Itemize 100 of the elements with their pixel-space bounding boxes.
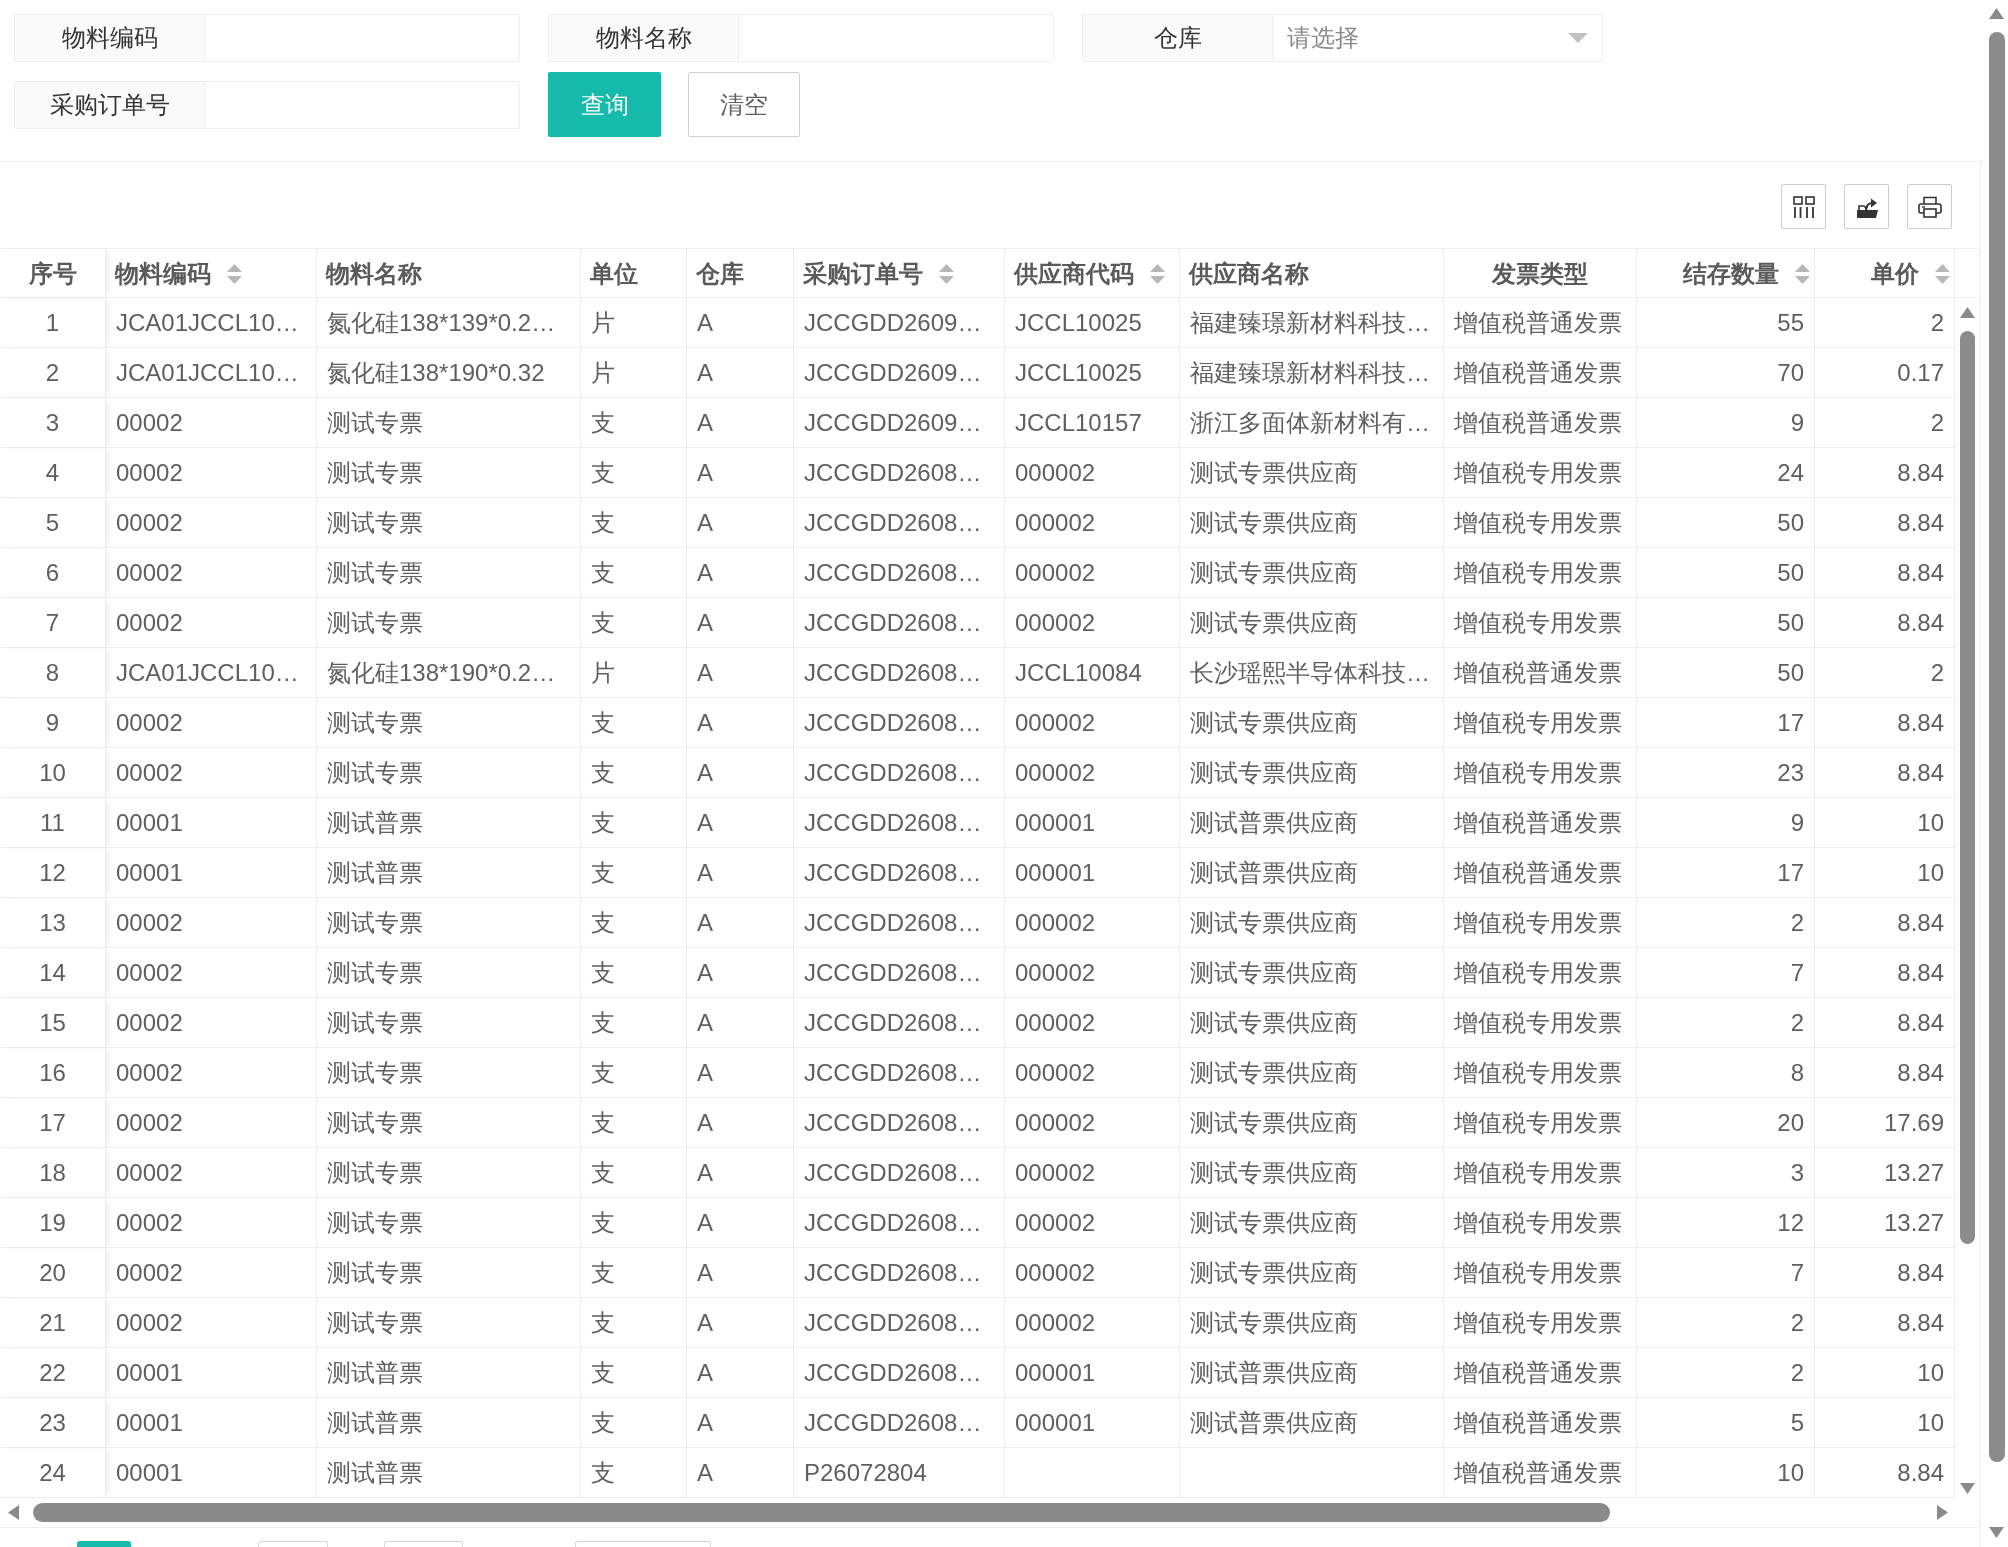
table-cell: 支 xyxy=(581,548,687,598)
table-cell: 增值税专用发票 xyxy=(1444,448,1637,498)
table-cell: 增值税普通发票 xyxy=(1444,1448,1637,1498)
table-cell: 测试普票 xyxy=(317,1398,581,1448)
table-cell: 测试专票 xyxy=(317,598,581,648)
table-cell: 8.84 xyxy=(1815,698,1955,748)
table-cell: 8.84 xyxy=(1815,948,1955,998)
table-cell: 测试普票供应商 xyxy=(1180,1348,1444,1398)
table-cell: 测试专票 xyxy=(317,1048,581,1098)
scrollbar-thumb[interactable] xyxy=(33,1503,1610,1522)
table-cell: A xyxy=(687,1448,794,1498)
table-cell: 7 xyxy=(1637,1248,1815,1298)
print-button[interactable] xyxy=(1907,184,1952,229)
table-cell: 2 xyxy=(1815,648,1955,698)
column-header[interactable]: 采购订单号 xyxy=(803,255,954,292)
table-cell: 6 xyxy=(0,548,106,598)
table-cell: 16 xyxy=(0,1048,106,1098)
column-header[interactable]: 结存数量 xyxy=(1683,255,1810,292)
table-cell: 测试专票供应商 xyxy=(1180,598,1444,648)
column-header[interactable]: 供应商代码 xyxy=(1014,255,1165,292)
table-cell: 2 xyxy=(1815,398,1955,448)
table-cell: 9 xyxy=(1637,398,1815,448)
table-cell: A xyxy=(687,948,794,998)
table-cell: A xyxy=(687,1348,794,1398)
table-cell: A xyxy=(687,1198,794,1248)
table-cell: 50 xyxy=(1637,648,1815,698)
page-button[interactable] xyxy=(77,1541,131,1547)
table-cell: 测试专票 xyxy=(317,748,581,798)
down-arrow-icon[interactable] xyxy=(1960,1483,1975,1494)
table-cell: 长沙瑶熙半导体科技… xyxy=(1180,648,1444,698)
scrollbar-thumb[interactable] xyxy=(1960,331,1975,1244)
table-cell: 00002 xyxy=(106,1248,317,1298)
table-cell: 测试专票 xyxy=(317,1298,581,1348)
table-cell: 17.69 xyxy=(1815,1098,1955,1148)
page-button[interactable] xyxy=(258,1541,328,1547)
table-cell: A xyxy=(687,598,794,648)
table-cell: 5 xyxy=(0,498,106,548)
table-cell: 8.84 xyxy=(1815,1448,1955,1498)
sort-icon[interactable] xyxy=(227,263,242,284)
columns-button[interactable] xyxy=(1781,184,1826,229)
page-button[interactable] xyxy=(384,1541,463,1547)
sort-icon[interactable] xyxy=(939,263,954,284)
table-cell: 000002 xyxy=(1005,748,1180,798)
right-arrow-icon[interactable] xyxy=(1937,1505,1948,1520)
table-cell: JCCGDD2608… xyxy=(794,998,1005,1048)
table-cell: 测试专票供应商 xyxy=(1180,748,1444,798)
table-cell: 片 xyxy=(581,298,687,348)
table-cell: 增值税普通发票 xyxy=(1444,848,1637,898)
table-cell: 支 xyxy=(581,798,687,848)
caret-down-icon[interactable] xyxy=(1568,33,1588,43)
sort-icon[interactable] xyxy=(1150,263,1165,284)
table-cell: 12 xyxy=(0,848,106,898)
column-header: 供应商名称 xyxy=(1189,258,1309,289)
page-button[interactable] xyxy=(575,1541,711,1547)
sort-icon[interactable] xyxy=(1795,263,1810,284)
table-cell: 支 xyxy=(581,1098,687,1148)
table-cell: 测试专票 xyxy=(317,548,581,598)
table-cell: 000002 xyxy=(1005,1048,1180,1098)
table-cell: 支 xyxy=(581,948,687,998)
table-cell: 000002 xyxy=(1005,498,1180,548)
table-cell: 000002 xyxy=(1005,898,1180,948)
table-cell: 10 xyxy=(1815,1398,1955,1448)
column-header[interactable]: 物料编码 xyxy=(115,255,242,292)
table-cell: JCCGDD2608… xyxy=(794,1248,1005,1298)
table-cell: 测试专票供应商 xyxy=(1180,548,1444,598)
table-cell: 氮化硅138*139*0.2… xyxy=(317,298,581,348)
table-cell: 22 xyxy=(0,1348,106,1398)
table-cell: 00002 xyxy=(106,1098,317,1148)
down-arrow-icon[interactable] xyxy=(1989,1527,2004,1538)
table-cell: 000002 xyxy=(1005,998,1180,1048)
table-cell: 000002 xyxy=(1005,1298,1180,1348)
sort-icon[interactable] xyxy=(1935,263,1950,284)
table-cell: 12 xyxy=(1637,1198,1815,1248)
reset-button[interactable]: 清空 xyxy=(688,72,800,137)
table-cell: 00002 xyxy=(106,1298,317,1348)
table-cell: JCCGDD2609… xyxy=(794,348,1005,398)
column-header[interactable]: 单价 xyxy=(1871,255,1950,292)
table-cell: 000001 xyxy=(1005,848,1180,898)
table-cell: 00002 xyxy=(106,448,317,498)
table-cell: 增值税专用发票 xyxy=(1444,1248,1637,1298)
table-cell: 8.84 xyxy=(1815,1048,1955,1098)
table-cell: 测试专票供应商 xyxy=(1180,1298,1444,1348)
export-button[interactable] xyxy=(1844,184,1889,229)
up-arrow-icon[interactable] xyxy=(1989,8,2004,19)
up-arrow-icon[interactable] xyxy=(1960,307,1975,318)
table-cell: 增值税专用发票 xyxy=(1444,1298,1637,1348)
left-arrow-icon[interactable] xyxy=(8,1505,19,1520)
table-cell: 支 xyxy=(581,848,687,898)
table-cell: 浙江多面体新材料有… xyxy=(1180,398,1444,448)
table-cell: JCCGDD2608… xyxy=(794,1098,1005,1148)
table-cell: 2 xyxy=(1637,998,1815,1048)
table-cell: 1 xyxy=(0,298,106,348)
scrollbar-thumb[interactable] xyxy=(1988,32,2005,1462)
table-cell: JCA01JCCL10… xyxy=(106,348,317,398)
select-field[interactable]: 请选择 xyxy=(1273,14,1603,62)
table-cell: JCCL10084 xyxy=(1005,648,1180,698)
table-cell: 000001 xyxy=(1005,1348,1180,1398)
table-cell: 2 xyxy=(1815,298,1955,348)
table-cell: A xyxy=(687,698,794,748)
table-cell: 21 xyxy=(0,1298,106,1348)
